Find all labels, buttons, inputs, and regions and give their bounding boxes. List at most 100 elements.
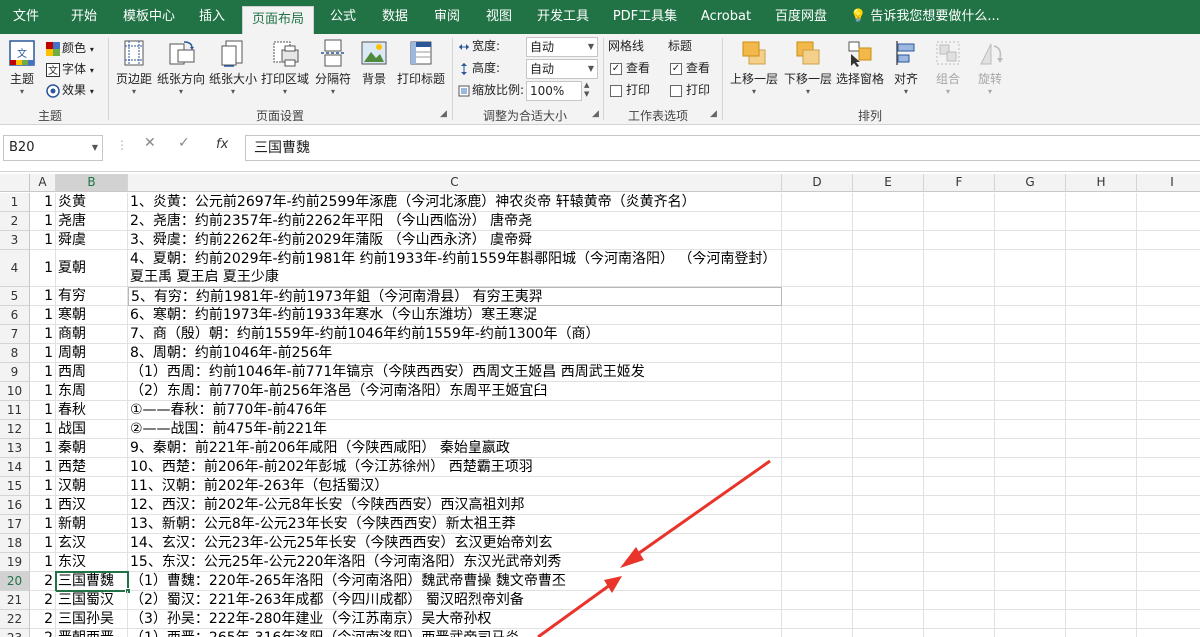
cell-a[interactable]: 1 — [30, 344, 56, 363]
empty-cell[interactable] — [995, 250, 1066, 287]
empty-cell[interactable] — [853, 193, 924, 212]
row-header[interactable]: 15 — [0, 477, 30, 496]
row-header[interactable]: 2 — [0, 212, 30, 231]
cell-a[interactable]: 1 — [30, 515, 56, 534]
cell-c[interactable]: 1、炎黄：公元前2697年-约前2599年涿鹿（今河北涿鹿）神农炎帝 轩辕黄帝（… — [128, 193, 782, 212]
page-setup-launcher-icon[interactable]: ◢ — [440, 108, 447, 120]
cell-a[interactable]: 2 — [30, 629, 56, 637]
row-header[interactable]: 3 — [0, 231, 30, 250]
empty-cell[interactable] — [782, 553, 853, 572]
empty-cell[interactable] — [1137, 572, 1200, 591]
empty-cell[interactable] — [782, 382, 853, 401]
formula-input[interactable]: 三国曹魏 — [245, 135, 1200, 161]
cell-c[interactable]: 10、西楚：前206年-前202年彭城（今江苏徐州） 西楚霸王项羽 — [128, 458, 782, 477]
empty-cell[interactable] — [853, 325, 924, 344]
row-header[interactable]: 8 — [0, 344, 30, 363]
cell-a[interactable]: 1 — [30, 420, 56, 439]
empty-cell[interactable] — [782, 629, 853, 637]
empty-cell[interactable] — [853, 420, 924, 439]
empty-cell[interactable] — [995, 553, 1066, 572]
empty-cell[interactable] — [1066, 610, 1137, 629]
empty-cell[interactable] — [782, 325, 853, 344]
row-header[interactable]: 11 — [0, 401, 30, 420]
empty-cell[interactable] — [853, 401, 924, 420]
row-header[interactable]: 23 — [0, 629, 30, 637]
selection-pane-button[interactable]: 选择窗格 — [834, 38, 886, 87]
cell-b[interactable]: 舜虞 — [56, 231, 128, 250]
empty-cell[interactable] — [1137, 325, 1200, 344]
cell-c[interactable]: 11、汉朝：前202年-263年（包括蜀汉） — [128, 477, 782, 496]
empty-cell[interactable] — [1066, 325, 1137, 344]
row-header[interactable]: 20 — [0, 572, 30, 591]
empty-cell[interactable] — [1066, 477, 1137, 496]
scale-input[interactable]: 100% — [526, 81, 582, 101]
cell-a[interactable]: 1 — [30, 250, 56, 287]
cell-a[interactable]: 1 — [30, 212, 56, 231]
cell-a[interactable]: 1 — [30, 553, 56, 572]
cell-b[interactable]: 东周 — [56, 382, 128, 401]
insert-function-icon[interactable]: fx — [216, 137, 228, 152]
empty-cell[interactable] — [853, 534, 924, 553]
cell-c[interactable]: 6、寒朝：约前1973年-约前1933年寒水（今山东潍坊）寒王寒浞 — [128, 306, 782, 325]
cell-b[interactable]: 战国 — [56, 420, 128, 439]
cell-b[interactable]: 有穷 — [56, 287, 128, 306]
effects-button[interactable]: 效果 ▾ — [46, 80, 94, 100]
empty-cell[interactable] — [782, 231, 853, 250]
empty-cell[interactable] — [782, 496, 853, 515]
cell-b[interactable]: 春秋 — [56, 401, 128, 420]
margins-button[interactable]: 页边距 ▾ — [114, 38, 154, 96]
empty-cell[interactable] — [1137, 193, 1200, 212]
cell-a[interactable]: 1 — [30, 534, 56, 553]
cancel-icon[interactable]: ✕ — [144, 135, 156, 151]
row-header[interactable]: 10 — [0, 382, 30, 401]
empty-cell[interactable] — [995, 231, 1066, 250]
empty-cell[interactable] — [782, 193, 853, 212]
column-header-b[interactable]: B — [56, 174, 128, 192]
cell-b[interactable]: 西汉 — [56, 496, 128, 515]
cell-c[interactable]: 8、周朝：约前1046年-前256年 — [128, 344, 782, 363]
empty-cell[interactable] — [782, 344, 853, 363]
tab-file[interactable]: 文件 — [0, 0, 52, 34]
row-header[interactable]: 7 — [0, 325, 30, 344]
cell-b[interactable]: 晋朝西晋 — [56, 629, 128, 637]
empty-cell[interactable] — [924, 591, 995, 610]
empty-cell[interactable] — [782, 212, 853, 231]
row-header[interactable]: 21 — [0, 591, 30, 610]
cell-c[interactable]: 4、夏朝：约前2029年-约前1981年 约前1933年-约前1559年斟鄩阳城… — [128, 250, 782, 287]
row-header[interactable]: 18 — [0, 534, 30, 553]
empty-cell[interactable] — [853, 515, 924, 534]
empty-cell[interactable] — [1137, 515, 1200, 534]
empty-cell[interactable] — [995, 439, 1066, 458]
cell-b[interactable]: 炎黄 — [56, 193, 128, 212]
empty-cell[interactable] — [853, 553, 924, 572]
empty-cell[interactable] — [853, 496, 924, 515]
rotate-button[interactable]: 旋转 ▾ — [970, 38, 1010, 96]
headings-view-checkbox[interactable]: ✓ 查看 — [670, 58, 710, 78]
empty-cell[interactable] — [1066, 401, 1137, 420]
sheet-options-launcher-icon[interactable]: ◢ — [710, 108, 717, 120]
empty-cell[interactable] — [853, 344, 924, 363]
column-header-e[interactable]: E — [853, 174, 924, 192]
themes-button[interactable]: 文 主题 ▾ — [4, 38, 40, 96]
cell-b[interactable]: 三国蜀汉 — [56, 591, 128, 610]
empty-cell[interactable] — [995, 515, 1066, 534]
empty-cell[interactable] — [924, 534, 995, 553]
empty-cell[interactable] — [924, 629, 995, 637]
scale-spinner[interactable]: ▲ ▼ — [584, 81, 589, 101]
empty-cell[interactable] — [853, 212, 924, 231]
empty-cell[interactable] — [1066, 515, 1137, 534]
empty-cell[interactable] — [1066, 420, 1137, 439]
empty-cell[interactable] — [924, 193, 995, 212]
empty-cell[interactable] — [995, 212, 1066, 231]
empty-cell[interactable] — [995, 610, 1066, 629]
cell-c[interactable]: 7、商（殷）朝：约前1559年-约前1046年约前1559年-约前1300年（商… — [128, 325, 782, 344]
print-area-button[interactable]: 打印区域 ▾ — [260, 38, 310, 96]
row-header[interactable]: 12 — [0, 420, 30, 439]
cell-a[interactable]: 2 — [30, 572, 56, 591]
empty-cell[interactable] — [1066, 458, 1137, 477]
cell-b[interactable]: 汉朝 — [56, 477, 128, 496]
tab-pdf-tools[interactable]: PDF工具集 — [604, 0, 686, 34]
width-select[interactable]: 自动 ▼ — [526, 37, 598, 57]
empty-cell[interactable] — [924, 363, 995, 382]
empty-cell[interactable] — [924, 515, 995, 534]
